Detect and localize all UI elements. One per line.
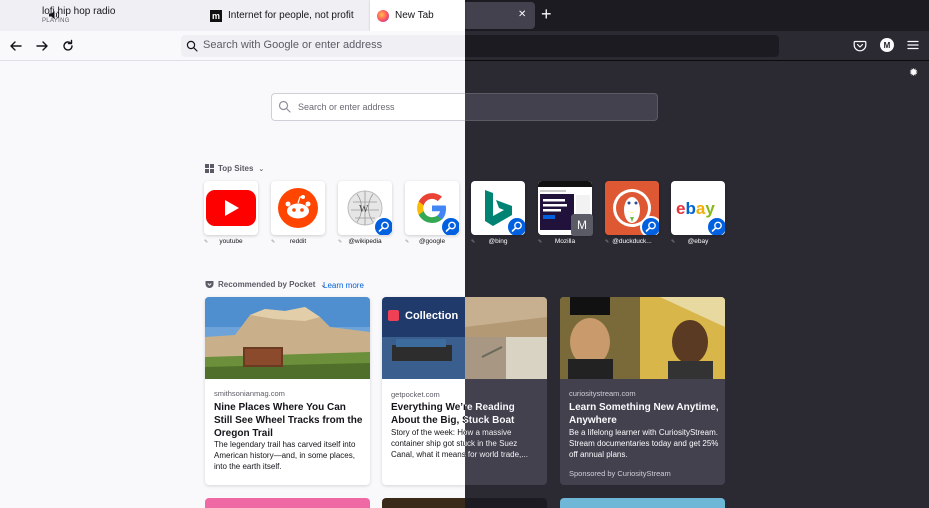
pocket-heading[interactable]: Recommended by Pocket ⌄: [205, 280, 326, 289]
pin-icon: ✎: [471, 239, 476, 245]
top-site-bing[interactable]: ✎ @bing: [471, 181, 525, 245]
tab-new-tab[interactable]: New Tab: [370, 0, 465, 31]
story-title: Learn Something New Anytime, Anywhere: [569, 402, 719, 426]
hamburger-menu-icon[interactable]: [907, 39, 919, 51]
pin-icon: ✎: [671, 239, 676, 245]
story-excerpt: The legendary trail has carved itself in…: [214, 440, 356, 472]
search-shortcut-badge-icon: [506, 216, 525, 235]
svg-text:W: W: [359, 204, 369, 215]
m-logo-icon: m: [210, 9, 222, 22]
story-source: smithsonianmag.com: [214, 389, 285, 398]
new-tab-plus-icon[interactable]: +: [541, 5, 552, 23]
youtube-icon: [206, 190, 256, 226]
search-shortcut-badge-icon: [440, 216, 459, 235]
tab-lofi-radio[interactable]: lofi hip hop radio PLAYING: [36, 0, 196, 31]
pin-icon: ✎: [605, 239, 610, 245]
sponsored-label: Sponsored by CuriosityStream: [569, 469, 671, 478]
pocket-title: Recommended by Pocket: [218, 280, 316, 289]
reload-icon[interactable]: [59, 37, 77, 55]
story-title: Everything We’re Reading About the Big, …: [391, 401, 541, 427]
pin-icon: ✎: [338, 239, 343, 245]
reddit-icon: [278, 188, 318, 228]
pocket-collection-icon: [388, 310, 399, 321]
account-avatar[interactable]: M: [880, 38, 894, 52]
ebay-icon: ebay: [676, 199, 715, 218]
story-card-curiositystream[interactable]: curiositystream.com Learn Something New …: [560, 297, 725, 485]
search-icon: [278, 100, 291, 113]
top-site-wikipedia[interactable]: W ✎ @wikipedia: [338, 181, 392, 245]
top-site-label: @wikipedia: [348, 238, 382, 245]
newtab-search-placeholder: Search or enter address: [298, 102, 395, 112]
story-card-oregon-trail[interactable]: smithsonianmag.com Nine Places Where You…: [205, 297, 370, 485]
top-site-label: Mozilla: [554, 238, 576, 245]
pin-icon: ✎: [538, 239, 543, 245]
pocket-icon: [205, 281, 214, 288]
top-site-label: @duckduck...: [612, 238, 652, 245]
grid-icon: [205, 164, 214, 173]
story-card-partial[interactable]: [382, 498, 547, 508]
story-card-partial[interactable]: [205, 498, 370, 508]
learn-more-link[interactable]: Learn more: [323, 281, 364, 290]
top-sites-title: Top Sites: [218, 164, 254, 173]
top-site-google[interactable]: ✎ @google: [405, 181, 459, 245]
top-site-label: youtube: [219, 238, 243, 245]
pocket-icon[interactable]: [853, 39, 867, 53]
story-title: Nine Places Where You Can Still See Whee…: [214, 402, 363, 439]
search-shortcut-badge-icon: [640, 216, 659, 235]
pin-icon: ✎: [271, 239, 276, 245]
tab-title: Internet for people, not profit: [228, 10, 354, 21]
top-site-label: reddit: [289, 238, 307, 245]
close-tab-icon[interactable]: ✕: [518, 9, 526, 20]
pin-icon: ✎: [204, 239, 209, 245]
story-excerpt: Be a lifelong learner with CuriosityStre…: [569, 428, 719, 460]
tab-mozilla[interactable]: m Internet for people, not profit: [200, 0, 368, 31]
story-source: curiositystream.com: [569, 389, 636, 398]
chevron-down-icon: ⌄: [258, 165, 265, 173]
collection-label: Collection: [405, 310, 459, 322]
top-site-label: @ebay: [687, 238, 709, 245]
curiositystream-image: [560, 297, 725, 379]
top-site-youtube[interactable]: ✎ youtube: [204, 181, 258, 245]
story-source: getpocket.com: [391, 390, 440, 399]
oregon-trail-image: [205, 297, 370, 379]
top-site-duckduckgo[interactable]: ✎ @duckduck...: [605, 181, 659, 245]
story-card-partial[interactable]: [560, 498, 725, 508]
tab-title: New Tab: [395, 10, 434, 21]
top-site-ebay[interactable]: ebay ✎ @ebay: [671, 181, 725, 245]
search-shortcut-badge-icon: [373, 216, 392, 235]
pin-icon: ✎: [405, 239, 410, 245]
address-bar-placeholder: Search with Google or enter address: [203, 39, 383, 51]
search-shortcut-badge-icon: [706, 216, 725, 235]
forward-arrow-icon[interactable]: [33, 37, 51, 55]
story-excerpt: Story of the week: How a massive contain…: [391, 427, 541, 461]
story-card-big-stuck-boat[interactable]: Collection getpocket.com Everything We’r…: [382, 297, 547, 485]
speaker-icon[interactable]: [48, 10, 60, 20]
firefox-icon: [377, 9, 389, 22]
top-site-reddit[interactable]: ✎ reddit: [271, 181, 325, 245]
top-site-label: @bing: [488, 238, 508, 245]
top-sites-heading[interactable]: Top Sites ⌄: [205, 164, 264, 173]
gear-icon[interactable]: ✹: [909, 68, 920, 79]
top-site-label: @google: [418, 238, 446, 245]
back-arrow-icon[interactable]: [7, 37, 25, 55]
search-icon: [186, 40, 198, 52]
mozilla-fallback-letter: M: [571, 214, 593, 236]
